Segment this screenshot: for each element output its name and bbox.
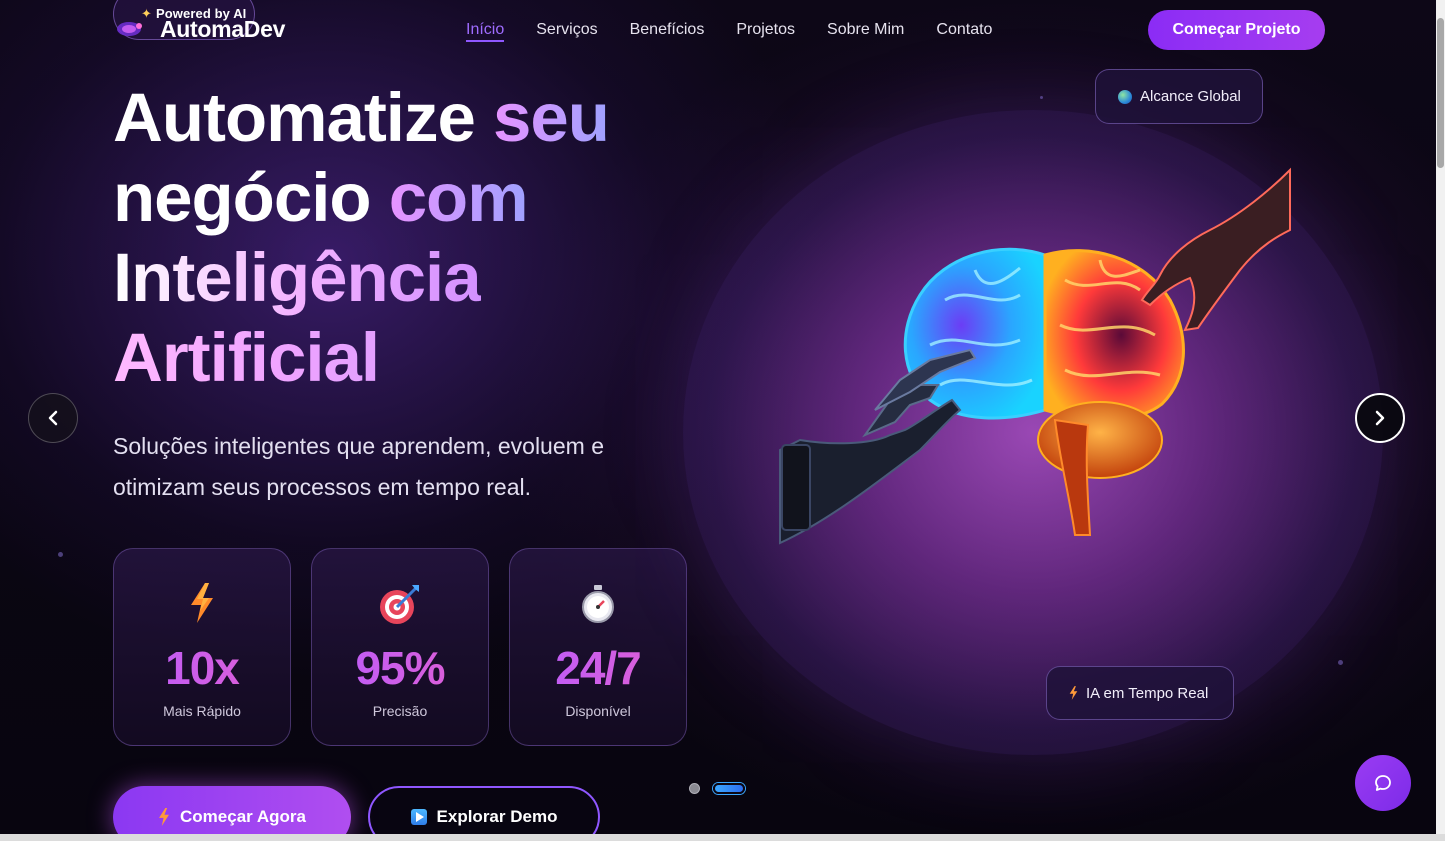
hero-subtitle: Soluções inteligentes que aprendem, evol…	[113, 433, 604, 500]
start-project-button[interactable]: Começar Projeto	[1148, 10, 1325, 50]
scrollbar-thumb[interactable]	[1437, 18, 1444, 168]
stat-value: 10x	[114, 641, 290, 695]
stat-value: 95%	[312, 641, 488, 695]
nav-item-contato[interactable]: Contato	[936, 21, 992, 42]
target-icon	[312, 583, 488, 625]
page-scrollbar[interactable]	[1436, 0, 1445, 834]
nav-item-beneficios[interactable]: Benefícios	[630, 21, 705, 42]
main-nav: Início Serviços Benefícios Projetos Sobr…	[466, 21, 1024, 42]
title-word: negócio	[113, 159, 372, 236]
title-word: seu	[493, 79, 610, 156]
horizontal-scrollbar	[0, 834, 1445, 841]
background-star	[58, 552, 63, 557]
stat-label: Precisão	[372, 703, 428, 719]
nav-item-projetos[interactable]: Projetos	[736, 21, 795, 42]
badge-global-reach: Alcance Global	[1095, 69, 1263, 124]
stat-label: Disponível	[565, 703, 631, 719]
title-word: Automatize	[113, 79, 476, 156]
background-star	[1338, 660, 1343, 665]
badge-realtime-ai-text: IA em Tempo Real	[1086, 684, 1209, 702]
title-word: com	[388, 159, 529, 236]
title-line-4: Artificial	[113, 318, 753, 398]
logo-name: AutomaDev	[160, 16, 286, 42]
stat-label: Mais Rápido	[163, 703, 241, 719]
lightning-icon	[114, 583, 290, 625]
explore-demo-button[interactable]: Explorar Demo	[368, 786, 600, 834]
chevron-left-icon	[48, 410, 58, 426]
nav-item-inicio[interactable]: Início	[466, 21, 505, 42]
title-line-1: Automatize seu	[113, 78, 753, 158]
title-word: Artificial	[113, 319, 380, 396]
globe-icon	[1118, 89, 1132, 104]
stat-card-availability: 24/7 Disponível	[509, 548, 687, 746]
explore-demo-label: Explorar Demo	[436, 807, 558, 826]
chevron-right-icon	[1375, 410, 1385, 426]
stat-value: 24/7	[510, 641, 686, 695]
title-word: Inteligência	[113, 239, 482, 316]
logo[interactable]: ✦ Powered by AI AutomaDev	[113, 0, 303, 44]
lightning-icon	[1069, 686, 1078, 700]
chat-bubble-icon	[1375, 775, 1391, 791]
nav-item-servicos[interactable]: Serviços	[536, 21, 597, 42]
badge-global-reach-text: Alcance Global	[1140, 88, 1241, 105]
title-line-2: negócio com	[113, 158, 753, 238]
title-line-3: Inteligência	[113, 238, 753, 318]
badge-realtime-ai: IA em Tempo Real	[1046, 666, 1234, 720]
carousel-prev-button[interactable]	[28, 393, 78, 443]
sparkle-icon: ✦	[141, 6, 152, 21]
carousel-next-button[interactable]	[1355, 393, 1405, 443]
background-star	[1040, 96, 1043, 99]
start-now-button[interactable]: Começar Agora	[113, 786, 351, 834]
lightning-icon	[159, 808, 169, 826]
stat-card-precision: 95% Precisão	[311, 548, 489, 746]
hero-title: Automatize seu negócio com Inteligência …	[113, 78, 753, 398]
carousel-dot-2[interactable]	[713, 783, 745, 794]
nav-item-sobre-mim[interactable]: Sobre Mim	[827, 21, 904, 42]
carousel-dot-1[interactable]	[689, 783, 700, 794]
stopwatch-icon	[510, 583, 686, 625]
hero-page: ✦ Powered by AI AutomaDev Início Serviços…	[0, 0, 1436, 834]
ai-brain-illustration	[779, 167, 1291, 545]
start-now-label: Começar Agora	[180, 807, 306, 826]
play-icon	[410, 809, 427, 825]
chat-button[interactable]	[1355, 755, 1411, 811]
stat-card-speed: 10x Mais Rápido	[113, 548, 291, 746]
